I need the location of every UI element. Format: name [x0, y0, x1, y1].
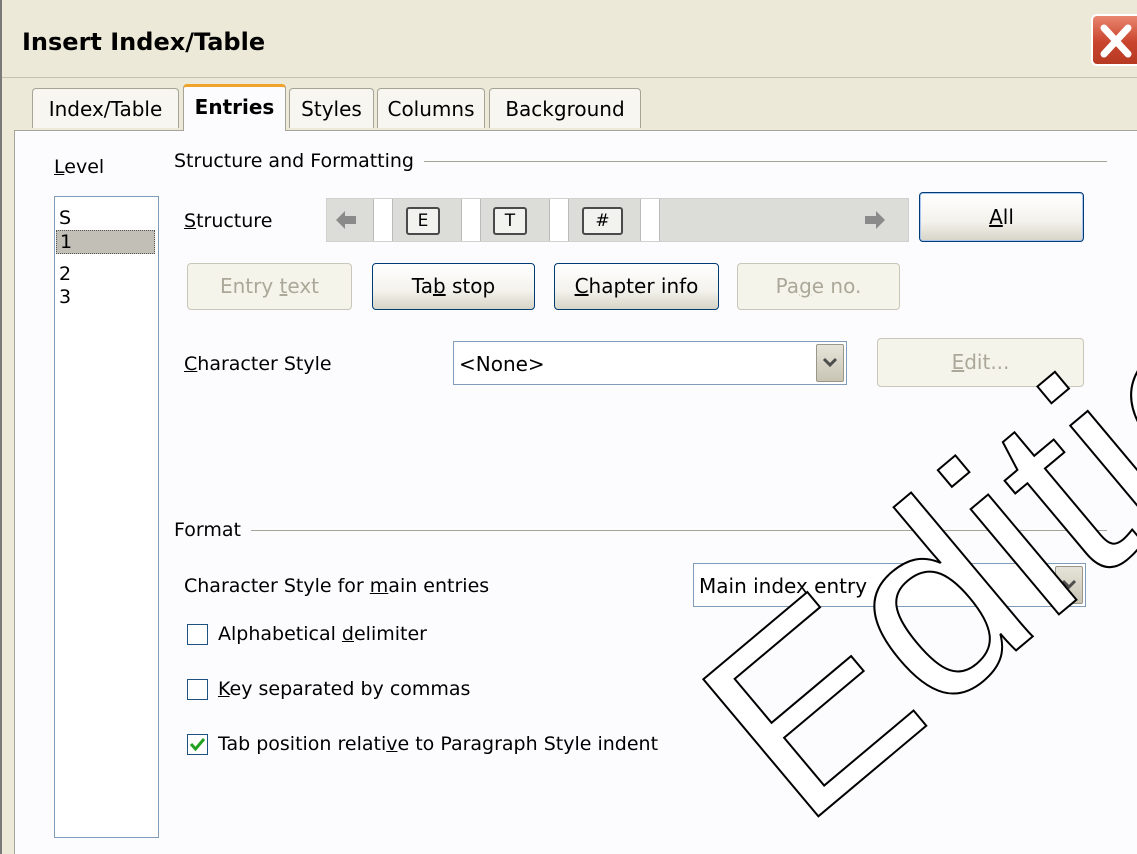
arrow-left-icon[interactable]	[331, 205, 361, 235]
dialog-title: Insert Index/Table	[22, 28, 266, 56]
tab-columns[interactable]: Columns	[377, 88, 485, 128]
format-group-title: Format	[174, 519, 251, 541]
character-style-label: Character Style	[184, 353, 332, 375]
close-button[interactable]	[1091, 14, 1137, 66]
key-separated-label: Key separated by commas	[218, 678, 471, 700]
structure-gap-field[interactable]	[549, 199, 569, 241]
tab-styles[interactable]: Styles	[289, 88, 374, 128]
structure-gap-field[interactable]	[373, 199, 393, 241]
insert-index-dialog: Insert Index/Table Index/Table Entries S…	[0, 0, 1137, 854]
arrow-right-icon[interactable]	[860, 205, 890, 235]
tab-stop-button[interactable]: Tab stop	[372, 263, 535, 310]
all-button[interactable]: All	[919, 192, 1084, 242]
level-label: Level	[54, 156, 105, 178]
tab-index-table[interactable]: Index/Table	[32, 88, 179, 128]
level-item-2[interactable]: 2	[59, 263, 71, 285]
structure-group-title: Structure and Formatting	[174, 150, 424, 172]
main-entries-label: Character Style for main entries	[184, 575, 490, 597]
key-separated-checkbox[interactable]	[187, 679, 208, 700]
chapter-info-button[interactable]: Chapter info	[554, 263, 719, 310]
alphabetical-delimiter-label: Alphabetical delimiter	[218, 623, 427, 645]
tab-entries[interactable]: Entries	[183, 84, 286, 131]
level-item-s[interactable]: S	[59, 207, 71, 229]
chevron-down-icon[interactable]	[816, 344, 844, 382]
entry-text-button[interactable]: Entry text	[187, 263, 352, 310]
tab-background[interactable]: Background	[489, 88, 641, 128]
main-entries-select[interactable]: Main index entry	[693, 563, 1086, 607]
structure-label: Structure	[184, 210, 273, 232]
main-entries-value: Main index entry	[699, 574, 868, 598]
title-bar[interactable]: Insert Index/Table	[2, 0, 1137, 78]
structure-gap-field[interactable]	[461, 199, 481, 241]
tab-position-label: Tab position relative to Paragraph Style…	[218, 733, 659, 755]
chevron-down-icon[interactable]	[1055, 566, 1083, 604]
tab-position-checkbox[interactable]	[187, 734, 208, 755]
page-no-button[interactable]: Page no.	[737, 263, 900, 310]
edit-button[interactable]: Edit...	[877, 338, 1084, 387]
structure-token-tab[interactable]: T	[493, 207, 527, 235]
structure-token-entry[interactable]: E	[406, 207, 440, 235]
level-item-1[interactable]: 1	[56, 230, 155, 254]
alphabetical-delimiter-checkbox[interactable]	[187, 624, 208, 645]
structure-gap-field[interactable]	[640, 199, 660, 241]
structure-token-page[interactable]: #	[582, 207, 623, 235]
character-style-value: <None>	[459, 352, 545, 376]
level-item-3[interactable]: 3	[59, 286, 71, 308]
format-group-line	[177, 530, 1107, 531]
level-list[interactable]: S 1 2 3	[54, 196, 159, 838]
character-style-select[interactable]: <None>	[453, 341, 847, 385]
structure-bar[interactable]: E T #	[326, 198, 909, 242]
